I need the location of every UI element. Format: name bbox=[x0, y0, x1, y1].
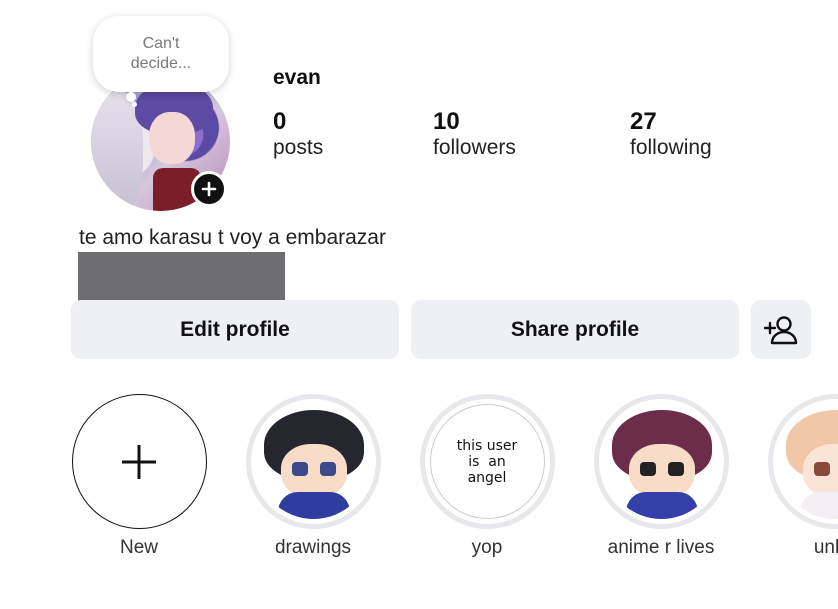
username: evan bbox=[273, 66, 321, 89]
edit-profile-button[interactable]: Edit profile bbox=[71, 300, 399, 359]
highlight-cover-image bbox=[255, 404, 371, 519]
avatar-art-face bbox=[149, 112, 195, 164]
highlight-label: drawings bbox=[274, 537, 352, 558]
note-bubble-tail bbox=[126, 92, 136, 102]
redaction-block bbox=[78, 252, 285, 304]
stat-following-label: following bbox=[630, 136, 712, 159]
chibi-eye bbox=[291, 462, 308, 476]
chibi-eye bbox=[813, 462, 830, 476]
note-bubble-tail-small bbox=[132, 102, 137, 107]
bio-text: te amo karasu t voy a embarazar bbox=[79, 226, 386, 249]
highlight-ring bbox=[767, 394, 838, 529]
add-person-icon bbox=[764, 315, 798, 344]
highlight-ring: this user is an angel bbox=[419, 394, 555, 529]
stat-following-value: 27 bbox=[630, 108, 657, 135]
cover-text-line: this user bbox=[456, 437, 518, 454]
stat-followers[interactable]: 10 followers bbox=[433, 108, 516, 160]
cover-text-line: is an bbox=[468, 453, 506, 470]
highlight-ring bbox=[245, 394, 381, 529]
highlight-yop[interactable]: this user is an angel yop bbox=[417, 394, 557, 559]
chibi-face bbox=[280, 444, 347, 498]
highlight-label: New bbox=[119, 537, 158, 558]
highlight-label: unbo bbox=[813, 537, 838, 558]
new-highlight-circle[interactable] bbox=[71, 394, 207, 529]
stat-following[interactable]: 27 following bbox=[630, 108, 712, 160]
highlight-ring bbox=[593, 394, 729, 529]
stat-posts-label: posts bbox=[273, 136, 324, 159]
chibi-body bbox=[277, 492, 350, 519]
stat-posts[interactable]: 0 posts bbox=[273, 108, 323, 160]
highlight-label: yop bbox=[471, 537, 503, 558]
chibi-body bbox=[625, 492, 698, 519]
chibi-eye bbox=[639, 462, 656, 476]
highlight-label: anime r lives bbox=[607, 537, 715, 558]
plus-icon bbox=[122, 444, 156, 479]
add-story-badge[interactable] bbox=[191, 171, 227, 207]
chibi-body bbox=[799, 492, 838, 519]
highlight-drawings[interactable]: drawings bbox=[243, 394, 383, 559]
highlight-cover-image bbox=[777, 404, 838, 519]
plus-icon bbox=[201, 181, 217, 197]
note-text-line1: Can't bbox=[142, 35, 180, 52]
stat-followers-value: 10 bbox=[433, 108, 460, 135]
highlight-anime-r-lives[interactable]: anime r lives bbox=[591, 394, 731, 559]
discover-people-button[interactable] bbox=[751, 300, 811, 359]
highlight-unbo[interactable]: unbo bbox=[765, 394, 838, 559]
chibi-eye bbox=[319, 462, 336, 476]
highlight-new[interactable]: New bbox=[69, 394, 209, 559]
cover-text-line: angel bbox=[467, 469, 507, 486]
note-text-line2: decide... bbox=[130, 55, 192, 72]
stat-posts-value: 0 bbox=[273, 108, 287, 135]
highlight-cover-image bbox=[603, 404, 719, 519]
share-profile-button[interactable]: Share profile bbox=[411, 300, 739, 359]
chibi-eye bbox=[667, 462, 684, 476]
stat-followers-label: followers bbox=[433, 136, 516, 159]
chibi-face bbox=[628, 444, 695, 498]
note-bubble[interactable]: Can't decide... bbox=[93, 16, 229, 92]
highlight-cover-image: this user is an angel bbox=[429, 404, 545, 519]
